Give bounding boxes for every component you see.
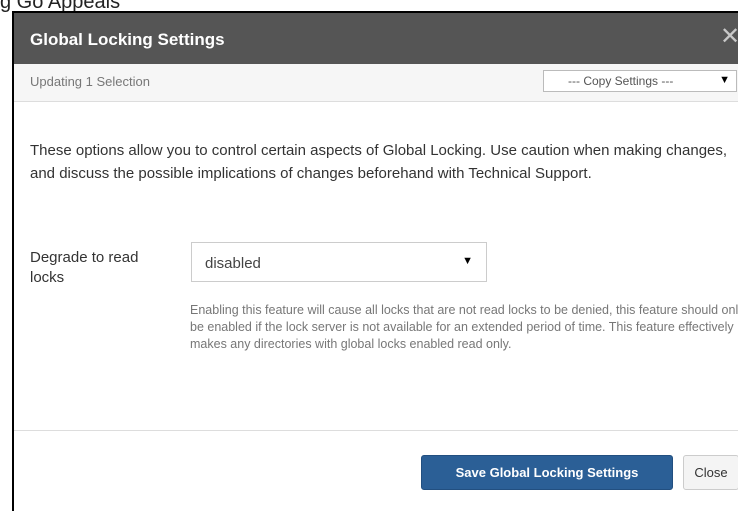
dialog-title: Global Locking Settings [30, 30, 225, 49]
copy-settings-value: --- Copy Settings --- [568, 74, 674, 88]
close-icon[interactable]: ✕ [720, 25, 738, 49]
global-locking-dialog: Global Locking Settings ✕ Updating 1 Sel… [12, 11, 738, 511]
dialog-footer: Save Global Locking Settings Close [14, 430, 738, 520]
dialog-header: Global Locking Settings ✕ [14, 13, 738, 64]
degrade-label: Degrade to read locks [30, 249, 139, 286]
dialog-description: These options allow you to control certa… [30, 142, 728, 182]
selection-bar: Updating 1 Selection --- Copy Settings -… [14, 64, 738, 102]
degrade-help-text: Enabling this feature will cause all loc… [190, 303, 738, 351]
copy-settings-select[interactable]: --- Copy Settings --- ▼ [543, 70, 737, 92]
degrade-select-value: disabled [205, 255, 261, 272]
selection-count: Updating 1 Selection [30, 74, 150, 89]
dropdown-arrow-icon: ▼ [462, 255, 473, 267]
degrade-to-read-locks-select[interactable]: disabled ▼ [191, 242, 487, 282]
save-global-locking-settings-button[interactable]: Save Global Locking Settings [421, 455, 673, 490]
dropdown-arrow-icon: ▼ [719, 74, 730, 86]
close-button[interactable]: Close [683, 455, 738, 490]
